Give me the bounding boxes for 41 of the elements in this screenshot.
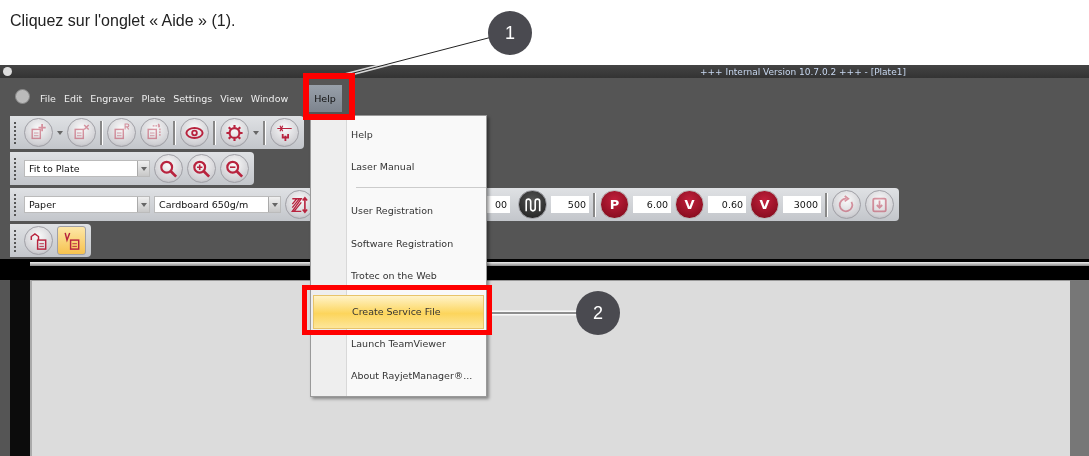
menu-item[interactable]: Laser Manual [311,156,421,177]
dropdown-field[interactable]: Paper [24,196,150,213]
menu-item[interactable]: Window [246,85,293,112]
menu-item[interactable]: About RayjetManager®... [311,365,479,386]
grip-handle[interactable] [14,229,18,252]
menu-item[interactable]: Software Registration [311,233,460,254]
dropdown-arrow-icon [140,202,147,207]
toolbar-button[interactable] [518,190,547,219]
number-field[interactable]: 3000 [783,196,821,213]
menu-item[interactable]: View [216,85,247,112]
dropdown-arrow-icon [140,166,147,171]
parameter-badge: P [600,190,629,219]
menu-item[interactable]: Launch TeamViewer [311,333,452,354]
menu-item[interactable]: Plate [137,85,170,112]
menu-item[interactable]: User Registration [311,200,439,221]
dropdown-field[interactable]: Cardboard 650g/m [154,196,281,213]
menu-item[interactable]: Create Service File [313,294,484,329]
menu-item[interactable]: Help [311,124,379,145]
grip-handle[interactable] [14,193,18,216]
instruction-text: Cliquez sur l'onglet « Aide » (1). [10,12,236,29]
grip-handle[interactable] [14,157,18,180]
dropdown-field[interactable]: Fit to Plate [24,160,150,177]
parameter-badge: V [675,190,704,219]
menu-item[interactable]: File [36,85,60,112]
number-field[interactable]: 0.60 [708,196,746,213]
app-logo-icon[interactable] [15,89,30,104]
window-title: +++ Internal Version 10.7.0.2 +++ - [Plate1] [700,66,906,77]
highlight-frame [303,73,355,120]
grip-handle[interactable] [14,121,18,144]
app-logo-icon [3,67,12,76]
menu-item[interactable]: Help [308,85,342,112]
menu-item[interactable]: Settings [169,85,217,112]
menu-item[interactable]: Engraver [86,85,138,112]
parameter-badge: V [750,190,779,219]
dropdown-arrow-icon[interactable] [253,130,259,135]
menu-item[interactable]: Edit [59,85,87,112]
dropdown-arrow-icon[interactable] [57,130,63,135]
number-field[interactable]: 500 [551,196,589,213]
menu-item[interactable]: Trotec on the Web [311,265,443,286]
number-field[interactable]: 6.00 [633,196,671,213]
dropdown-arrow-icon [271,202,278,207]
